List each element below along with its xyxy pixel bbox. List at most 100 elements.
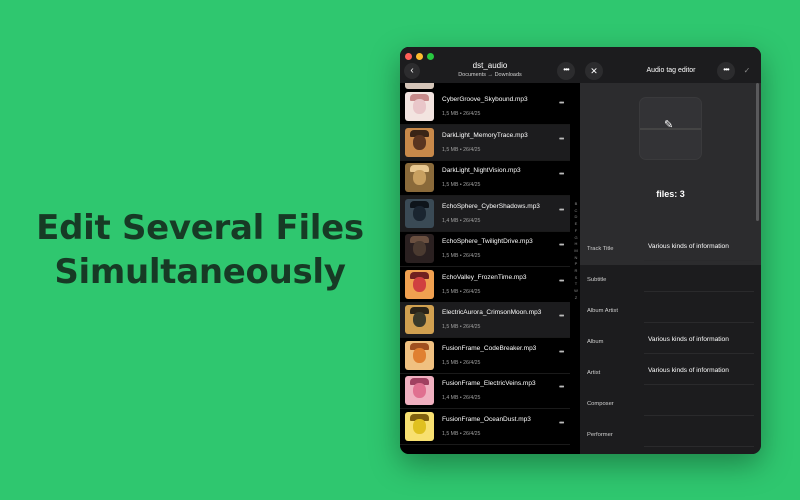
cover-art-thumbnail	[405, 340, 434, 370]
file-row[interactable]: EchoValley_FrozenTime.mp3 1,5 MB • 26/4/2…	[400, 267, 570, 303]
tag-field-value[interactable]: Various kinds of information	[648, 243, 729, 250]
ellipsis-icon: •••	[559, 206, 564, 214]
index-letter[interactable]: G	[572, 235, 580, 242]
tag-field: Performer	[580, 420, 761, 451]
artwork-button[interactable]: ✎	[640, 98, 701, 159]
file-more-button[interactable]: •••	[559, 419, 564, 427]
index-letter[interactable]: R	[572, 268, 580, 275]
index-letter[interactable]: Z	[572, 295, 580, 302]
pencil-icon: ✎	[664, 119, 674, 131]
index-letter[interactable]: T	[572, 281, 580, 288]
index-letter[interactable]: D	[572, 214, 580, 221]
close-editor-button[interactable]: ✕	[585, 62, 603, 80]
file-row[interactable]: EchoSphere_CyberShadows.mp3 1,4 MB • 26/4…	[400, 195, 570, 232]
file-name: CyberGroove_Skybound.mp3	[442, 96, 528, 103]
file-row[interactable]: FusionFrame_OceanDust.mp3 1,5 MB • 26/4/2…	[400, 409, 570, 445]
tag-editor-pane: ✕ Audio tag editor ••• ✓ ✎ files: 3 Trac…	[580, 47, 761, 454]
editor-scrollbar[interactable]	[756, 83, 759, 221]
cover-art-figure	[413, 241, 426, 256]
headline-line-2: Simultaneously	[54, 252, 346, 292]
headline-line-1: Edit Several Files	[36, 208, 364, 248]
index-letter[interactable]: P	[572, 261, 580, 268]
cover-art-figure	[413, 418, 426, 434]
file-row[interactable]: FusionFrame_CodeBreaker.mp3 1,5 MB • 26/4…	[400, 338, 570, 374]
tag-field-input[interactable]	[644, 300, 754, 323]
close-window-button[interactable]	[405, 53, 412, 60]
index-letter[interactable]: E	[572, 221, 580, 228]
ellipsis-icon: •••	[559, 242, 564, 249]
tag-field-label: Artist	[587, 370, 601, 376]
file-more-button[interactable]: •••	[559, 171, 564, 178]
file-name: FusionFrame_CodeBreaker.mp3	[442, 344, 537, 352]
ellipsis-icon: •••	[723, 65, 729, 74]
index-letter[interactable]: B	[572, 201, 580, 208]
file-meta: 1,5 MB • 26/4/25	[442, 253, 481, 259]
ellipsis-icon: •••	[559, 348, 564, 356]
breadcrumb[interactable]: Documents → Downloads	[400, 72, 580, 78]
tag-field-value[interactable]: Various kinds of information	[648, 367, 729, 374]
file-more-button[interactable]: •••	[559, 348, 564, 356]
ellipsis-icon: •••	[563, 65, 569, 74]
ellipsis-icon: •••	[559, 384, 564, 391]
index-letter[interactable]: S	[572, 275, 580, 282]
ellipsis-icon: •••	[559, 419, 564, 427]
file-more-button[interactable]: •••	[559, 206, 564, 214]
index-letter[interactable]: W	[572, 288, 580, 295]
file-more-button[interactable]: •••	[559, 384, 564, 391]
save-tags-button[interactable]: ✓	[740, 62, 754, 80]
folder-more-button[interactable]: •••	[557, 62, 575, 80]
file-row[interactable]: EchoSphere_TwilightDrive.mp3 1,5 MB • 26/…	[400, 231, 570, 267]
tag-field-input[interactable]	[644, 269, 754, 292]
tag-field-input[interactable]	[644, 393, 754, 416]
index-letter[interactable]: C	[572, 208, 580, 215]
file-meta: 1,5 MB • 26/4/25	[442, 146, 481, 153]
tag-field-input[interactable]	[644, 424, 754, 447]
file-more-button[interactable]: •••	[559, 136, 564, 143]
tag-field-label: Track Title	[587, 246, 614, 252]
file-row[interactable]: CyberGroove_Skybound.mp3 1,5 MB • 26/4/25…	[400, 89, 570, 125]
cover-art-thumbnail	[405, 163, 434, 192]
cover-art-figure	[413, 276, 426, 292]
tag-field-label: Album Artist	[587, 308, 618, 314]
tag-field-label: Performer	[587, 432, 613, 438]
index-letter[interactable]: H	[572, 241, 580, 248]
cover-art-figure	[413, 383, 426, 398]
tag-field: Album Artist	[580, 296, 761, 327]
file-more-button[interactable]: •••	[559, 313, 564, 320]
minimize-window-button[interactable]	[416, 53, 423, 60]
index-letter[interactable]: M	[572, 248, 580, 255]
tag-field: Composer	[580, 389, 761, 420]
tag-field: Album Various kinds of information	[580, 327, 761, 358]
editor-more-button[interactable]: •••	[717, 62, 735, 80]
tag-field-value[interactable]: Various kinds of information	[648, 336, 729, 343]
file-row[interactable]: ElectricAurora_CrimsonMoon.mp3 1,5 MB • 2…	[400, 302, 570, 338]
close-icon: ✕	[590, 66, 598, 76]
app-window: ‹ dst_audio Documents → Downloads ••• Cy…	[400, 47, 761, 454]
file-browser-pane: ‹ dst_audio Documents → Downloads ••• Cy…	[400, 47, 580, 454]
file-name: EchoSphere_CyberShadows.mp3	[442, 202, 540, 210]
file-more-button[interactable]: •••	[559, 278, 564, 285]
tag-field-label: Album	[587, 339, 604, 345]
zoom-window-button[interactable]	[427, 53, 434, 60]
tag-field-label: Subtitle	[587, 277, 607, 283]
file-row[interactable]: DarkLight_MemoryTrace.mp3 1,5 MB • 26/4/2…	[400, 124, 570, 161]
file-name: EchoSphere_TwilightDrive.mp3	[442, 238, 533, 245]
file-more-button[interactable]: •••	[559, 100, 564, 107]
cover-art-figure	[413, 170, 426, 185]
file-row[interactable]: DarkLight_NightVision.mp3 1,5 MB • 26/4/2…	[400, 160, 570, 196]
tag-field: Subtitle	[580, 265, 761, 296]
file-more-button[interactable]: •••	[559, 242, 564, 249]
cover-art-figure	[413, 205, 426, 221]
file-name: DarkLight_MemoryTrace.mp3	[442, 131, 528, 139]
cover-art-thumbnail	[405, 198, 434, 228]
ellipsis-icon: •••	[559, 313, 564, 320]
file-row[interactable]: FusionFrame_ElectricVeins.mp3 1,4 MB • 26…	[400, 373, 570, 409]
window-controls	[405, 53, 434, 60]
editor-title: Audio tag editor	[646, 67, 696, 74]
cover-art-thumbnail	[405, 92, 434, 121]
alphabet-index[interactable]: BCDEFGHMNPRSTWZ	[572, 201, 580, 302]
file-meta: 1,5 MB • 26/4/25	[442, 182, 481, 188]
index-letter[interactable]: F	[572, 228, 580, 235]
index-letter[interactable]: N	[572, 255, 580, 262]
tag-field: Track Title Various kinds of information	[580, 234, 761, 265]
